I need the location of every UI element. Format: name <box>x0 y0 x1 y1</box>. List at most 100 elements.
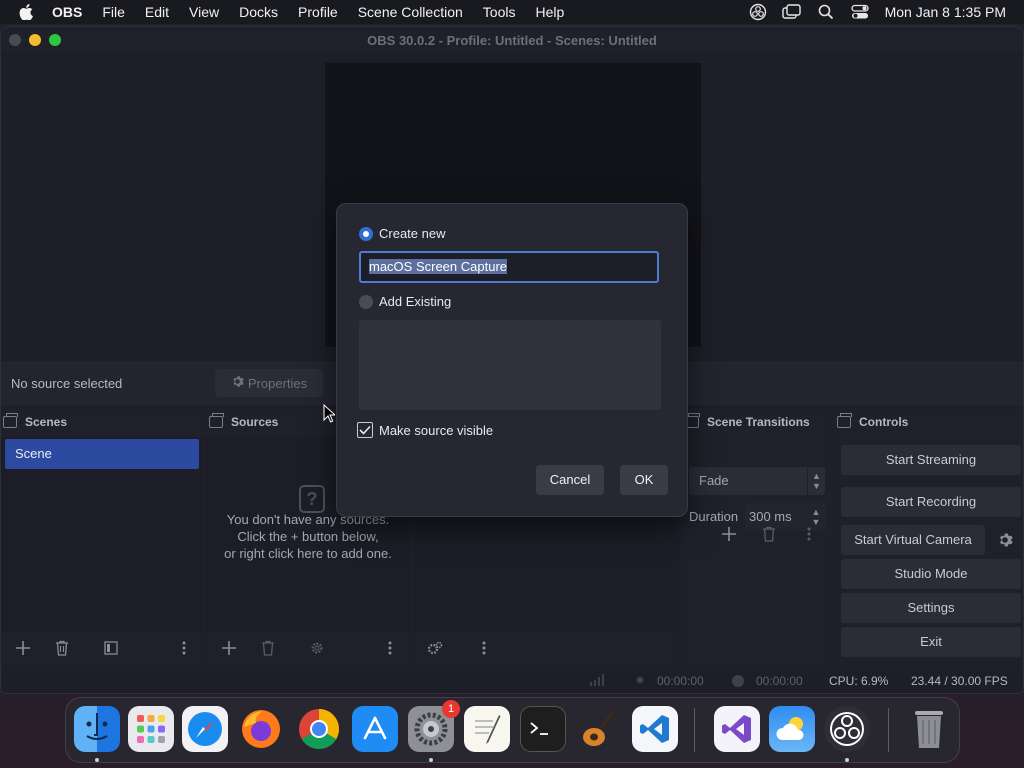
mouse-pointer-icon <box>323 403 337 426</box>
stream-time: 00:00:00 <box>657 674 704 688</box>
controls-dock-title: Controls <box>859 415 909 429</box>
app-store-icon[interactable] <box>352 706 398 752</box>
window-zoom-button[interactable] <box>49 34 61 46</box>
status-bar: 00:00:00 00:00:00 CPU: 6.9% 23.44 / 30.0… <box>1 667 1023 693</box>
studio-mode-button[interactable]: Studio Mode <box>841 559 1021 589</box>
apple-menu-icon[interactable] <box>14 0 38 24</box>
dock-window-icon <box>3 413 18 428</box>
dock-window-icon <box>837 413 852 428</box>
sources-empty-line: or right click here to add one. <box>224 546 392 561</box>
trash-icon[interactable] <box>906 706 952 752</box>
screen-mirroring-icon[interactable] <box>775 0 809 24</box>
add-existing-radio-row[interactable]: Add Existing <box>359 294 451 309</box>
obs-icon[interactable] <box>824 706 870 752</box>
add-transition-button[interactable] <box>715 520 743 548</box>
chrome-icon[interactable] <box>296 706 342 752</box>
make-source-visible-label: Make source visible <box>379 422 494 438</box>
transition-select[interactable]: Fade ▲ ▼ <box>689 467 825 495</box>
cancel-button[interactable]: Cancel <box>536 465 604 495</box>
menu-edit[interactable]: Edit <box>135 0 179 24</box>
system-settings-icon[interactable]: 1 <box>408 700 460 752</box>
make-visible-row[interactable]: Make source visible <box>357 422 493 438</box>
existing-sources-list[interactable] <box>359 320 661 410</box>
create-new-radio-row[interactable]: Create new <box>359 226 445 241</box>
recording-indicator-icon <box>731 674 745 691</box>
make-source-visible-checkbox[interactable] <box>357 422 373 438</box>
window-titlebar[interactable]: OBS 30.0.2 - Profile: Untitled - Scenes:… <box>1 27 1023 53</box>
scenes-list: Scene <box>1 437 203 631</box>
record-time: 00:00:00 <box>756 674 803 688</box>
source-name-value: macOS Screen Capture <box>369 259 508 274</box>
advanced-audio-gear-icon[interactable] <box>421 634 449 662</box>
visual-studio-icon[interactable] <box>714 706 760 752</box>
add-scene-button[interactable] <box>9 634 37 662</box>
terminal-icon[interactable] <box>520 706 566 752</box>
menu-scene-collection[interactable]: Scene Collection <box>348 0 473 24</box>
menu-help[interactable]: Help <box>525 0 574 24</box>
menu-docks[interactable]: Docks <box>229 0 288 24</box>
textedit-icon[interactable] <box>464 706 510 752</box>
menu-file[interactable]: File <box>92 0 135 24</box>
cpu-usage: CPU: 6.9% <box>829 674 889 688</box>
control-center-icon[interactable] <box>843 0 877 24</box>
menu-tools[interactable]: Tools <box>473 0 526 24</box>
fps-readout: 23.44 / 30.00 FPS <box>911 674 1008 688</box>
question-mark-icon: ? <box>299 485 325 513</box>
streaming-indicator-icon <box>635 674 645 688</box>
add-source-button[interactable] <box>215 634 243 662</box>
window-title: OBS 30.0.2 - Profile: Untitled - Scenes:… <box>367 32 657 48</box>
create-new-radio[interactable] <box>359 226 373 241</box>
scenes-more-menu-icon[interactable] <box>170 634 198 662</box>
scenes-dock: Scenes Scene <box>1 409 203 665</box>
gear-icon <box>231 375 244 391</box>
finder-icon[interactable] <box>74 706 120 752</box>
scenes-dock-header[interactable]: Scenes <box>1 409 203 435</box>
source-name-input[interactable]: macOS Screen Capture <box>359 251 659 283</box>
start-virtual-camera-button[interactable]: Start Virtual Camera <box>841 525 985 555</box>
remove-source-trash-icon[interactable] <box>254 634 282 662</box>
transition-select-value: Fade <box>699 473 729 488</box>
add-source-dialog: Create new macOS Screen Capture Add Exis… <box>336 203 688 517</box>
source-properties-gear-icon[interactable] <box>303 634 331 662</box>
scene-item[interactable]: Scene <box>5 439 199 469</box>
virtual-camera-settings-gear-icon[interactable] <box>989 525 1021 555</box>
start-recording-button[interactable]: Start Recording <box>841 487 1021 517</box>
menu-app-name[interactable]: OBS <box>52 0 92 24</box>
add-existing-radio[interactable] <box>359 294 373 309</box>
launchpad-icon[interactable] <box>128 706 174 752</box>
settings-button[interactable]: Settings <box>841 593 1021 623</box>
firefox-icon[interactable] <box>238 706 284 752</box>
exit-button[interactable]: Exit <box>841 627 1021 657</box>
add-existing-label: Add Existing <box>379 294 452 309</box>
sources-empty-message: You don't have any sources. Click the + … <box>207 511 409 562</box>
system-settings-badge: 1 <box>442 700 460 718</box>
garageband-icon[interactable] <box>576 706 622 752</box>
controls-dock-header[interactable]: Controls <box>835 409 1023 435</box>
transitions-more-menu-icon[interactable] <box>795 520 823 548</box>
mixer-more-menu-icon[interactable] <box>470 634 498 662</box>
create-new-label: Create new <box>379 226 446 241</box>
window-minimize-button[interactable] <box>29 34 41 46</box>
no-source-label: No source selected <box>11 375 123 391</box>
window-close-button[interactable] <box>9 34 21 46</box>
properties-button[interactable]: Properties <box>215 369 323 397</box>
transitions-dock-title: Scene Transitions <box>707 415 810 429</box>
spotlight-search-icon[interactable] <box>809 0 843 24</box>
remove-scene-trash-icon[interactable] <box>48 634 76 662</box>
signal-bars-icon <box>589 674 605 689</box>
sources-more-menu-icon[interactable] <box>376 634 404 662</box>
scene-transitions-dock: Scene Transitions Fade ▲ ▼ Duration 300 m… <box>683 409 831 665</box>
start-streaming-button[interactable]: Start Streaming <box>841 445 1021 475</box>
transitions-dock-header[interactable]: Scene Transitions <box>683 409 831 435</box>
menu-profile[interactable]: Profile <box>288 0 348 24</box>
scenes-dock-title: Scenes <box>25 415 68 429</box>
ok-button[interactable]: OK <box>620 465 668 495</box>
safari-icon[interactable] <box>182 706 228 752</box>
menu-view[interactable]: View <box>179 0 229 24</box>
scene-filter-icon[interactable] <box>97 634 125 662</box>
weather-icon[interactable] <box>769 706 815 752</box>
remove-transition-trash-icon[interactable] <box>755 520 783 548</box>
vscode-icon[interactable] <box>632 706 678 752</box>
menu-clock[interactable]: Mon Jan 8 1:35 PM <box>885 4 1006 20</box>
obs-status-icon[interactable] <box>741 0 775 24</box>
